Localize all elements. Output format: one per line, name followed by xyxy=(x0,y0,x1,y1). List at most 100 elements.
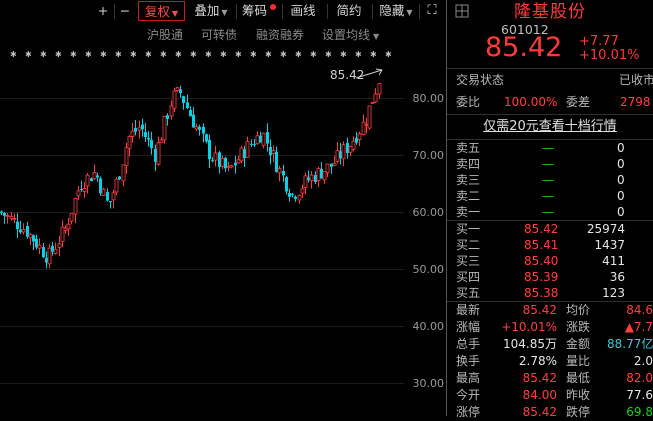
stat-label: 涨停 xyxy=(456,405,481,419)
candle-body xyxy=(28,233,33,239)
candle-body xyxy=(189,109,192,117)
level-label: 卖四 xyxy=(456,157,481,171)
stat-label: 最高 xyxy=(456,371,481,385)
candle-body xyxy=(335,150,340,162)
order-row: 卖一 — 0 xyxy=(447,204,653,221)
candle-body xyxy=(297,194,302,201)
level-volume: 0 xyxy=(617,189,625,203)
order-row: 买四 85.39 36 xyxy=(447,269,653,286)
level-label: 买一 xyxy=(456,222,481,236)
stat-label: 涨跌 xyxy=(566,320,591,334)
level-volume: 0 xyxy=(617,205,625,219)
stat-label: 涨幅 xyxy=(456,320,481,334)
stat-value: ▲7.7 xyxy=(624,320,653,334)
level-label: 卖五 xyxy=(456,141,481,155)
candle-body xyxy=(373,93,378,103)
event-marker-icon: ✱ xyxy=(205,50,212,59)
candle-body xyxy=(236,159,241,164)
candle-body xyxy=(53,248,58,254)
candle-body xyxy=(166,115,169,119)
candle-body xyxy=(255,135,260,145)
candle-body xyxy=(194,126,199,130)
stat-value: 85.42 xyxy=(522,405,557,419)
event-marker-icon: ✱ xyxy=(220,50,227,59)
candle-body xyxy=(141,124,144,130)
candle-body xyxy=(118,176,121,180)
candle-body xyxy=(92,171,97,180)
candle-body xyxy=(198,126,201,130)
candle-body xyxy=(37,244,42,249)
level-label: 卖三 xyxy=(456,173,481,187)
order-row: 卖二 — 0 xyxy=(447,188,653,205)
candle-body xyxy=(320,168,323,179)
candle-body xyxy=(303,175,308,189)
stat-label: 最低 xyxy=(566,371,591,385)
candle-body xyxy=(234,162,237,166)
level-label: 买三 xyxy=(456,254,481,268)
candle-body xyxy=(47,247,52,265)
level-volume: 411 xyxy=(602,254,625,268)
candle-body xyxy=(124,147,129,167)
level-price: 85.42 xyxy=(524,222,559,236)
candle-body xyxy=(325,163,330,174)
event-marker-icon: ✱ xyxy=(115,50,122,59)
candle-body xyxy=(169,105,174,117)
candle-body xyxy=(229,165,234,168)
stat-value: 2.0 xyxy=(633,354,653,368)
level-label: 卖一 xyxy=(456,205,481,219)
divider xyxy=(447,68,653,69)
stat-label: 昨收 xyxy=(566,388,591,402)
event-marker-icon: ✱ xyxy=(70,50,77,59)
divider xyxy=(447,114,653,115)
candle-body xyxy=(364,124,369,127)
trade-status-row: 交易状态 已收市 xyxy=(447,72,653,89)
order-row: 买一 85.42 25974 xyxy=(447,221,653,238)
candle-body xyxy=(5,215,10,217)
candle-body xyxy=(99,178,102,194)
candle-body xyxy=(218,152,221,167)
candle-body xyxy=(82,188,87,192)
candle-body xyxy=(175,87,180,92)
event-marker-icon: ✱ xyxy=(40,50,47,59)
quote-panel: 隆基股份 601012 85.42 +7.77 +10.01% 交易状态 已收市… xyxy=(447,0,653,419)
level10-promo-link[interactable]: 仅需20元查看十档行情 xyxy=(447,118,653,135)
candle-body xyxy=(266,132,269,144)
level-label: 买四 xyxy=(456,270,481,284)
event-marker-icon: ✱ xyxy=(235,50,242,59)
stock-name: 隆基股份 xyxy=(514,2,586,22)
event-marker-icon: ✱ xyxy=(310,50,317,59)
candlestick-plot[interactable]: ✱ ✱ ✱ ✱ ✱ ✱ ✱ ✱ ✱ ✱ ✱ ✱ ✱ ✱ ✱ ✱ ✱ ✱ ✱ ✱ ✱ ✱ ✱ ✱ ✱ ✱ xyxy=(0,0,446,416)
order-row: 买三 85.40 411 xyxy=(447,253,653,270)
stat-value: 69.8 xyxy=(626,405,653,419)
candle-body xyxy=(35,238,38,248)
event-marker-icon: ✱ xyxy=(280,50,287,59)
stat-value: 82.0 xyxy=(626,371,653,385)
kline-chart-panel[interactable]: + − 复权 ▼ 叠加 ▼ 筹码 画线 简约 隐藏 ▼ ⛶ 沪股通 可转债 融资融券 … xyxy=(0,0,446,416)
level-label: 卖二 xyxy=(456,189,481,203)
candle-body xyxy=(220,157,225,167)
candle-body xyxy=(377,83,382,95)
level-price: 85.38 xyxy=(524,286,559,300)
candle-body xyxy=(367,105,372,129)
candle-body xyxy=(261,132,266,146)
candle-body xyxy=(245,141,250,158)
candle-body xyxy=(322,171,327,181)
stat-value: 88.77亿 xyxy=(607,337,653,351)
candle-body xyxy=(144,132,147,138)
event-marker-icon: ✱ xyxy=(385,50,392,59)
stat-label: 均价 xyxy=(566,303,591,317)
candle-body xyxy=(355,137,358,143)
stat-value: 77.6 xyxy=(626,388,653,402)
stat-value: 104.85万 xyxy=(503,337,557,351)
weicha-label: 委差 xyxy=(566,95,591,109)
event-marker-icon: ✱ xyxy=(175,50,182,59)
event-marker-icon: ✱ xyxy=(295,50,302,59)
status-label: 交易状态 xyxy=(456,73,505,87)
candle-body xyxy=(9,216,14,219)
event-marker-icon: ✱ xyxy=(25,50,32,59)
level-volume: 36 xyxy=(609,270,625,284)
level-volume: 0 xyxy=(617,173,625,187)
candle-body xyxy=(182,96,185,103)
candle-body xyxy=(172,90,177,109)
level-label: 买二 xyxy=(456,238,481,252)
